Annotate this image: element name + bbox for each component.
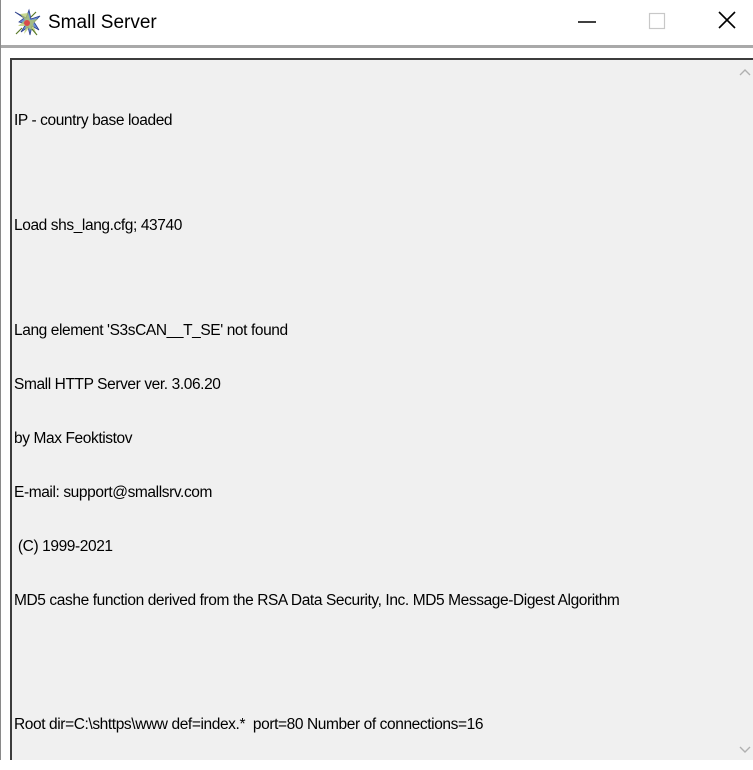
log-line: (C) 1999-2021 [14,538,113,555]
log-line: MD5 cashe function derived from the RSA … [14,592,620,609]
window-title: Small Server [48,12,157,33]
scroll-down-arrow-icon [739,741,751,759]
log-line: by Max Feoktistov [14,430,133,447]
close-icon [716,9,738,36]
vertical-scrollbar[interactable] [736,60,753,760]
title-bar[interactable]: Small Server [1,0,753,48]
log-output: IP - country base loaded Load shs_lang.c… [14,76,734,770]
scroll-up-arrow-icon [739,63,751,81]
log-line: Load shs_lang.cfg; 43740 [14,217,182,234]
log-spacer [14,646,734,680]
log-spacer [14,166,734,181]
log-spacer [14,271,734,286]
minimize-icon [577,10,597,35]
close-button[interactable] [701,0,753,45]
maximize-icon [647,10,667,35]
scroll-up-button[interactable] [736,62,753,82]
log-line: E-mail: support@smallsrv.com [14,484,213,501]
scroll-down-button[interactable] [736,740,753,760]
minimize-button[interactable] [561,0,613,45]
log-line: Root dir=C:\shttps\www def=index.* port=… [14,716,484,733]
app-icon [12,8,42,38]
small-server-window: Small Server IP - country base loaded Lo… [0,0,753,760]
log-line: Small HTTP Server ver. 3.06.20 [14,376,221,393]
log-text-area[interactable]: IP - country base loaded Load shs_lang.c… [10,58,753,760]
log-line: Lang element 'S3sCAN__T_SE' not found [14,322,288,339]
log-line: IP - country base loaded [14,112,173,129]
maximize-button[interactable] [631,0,683,45]
